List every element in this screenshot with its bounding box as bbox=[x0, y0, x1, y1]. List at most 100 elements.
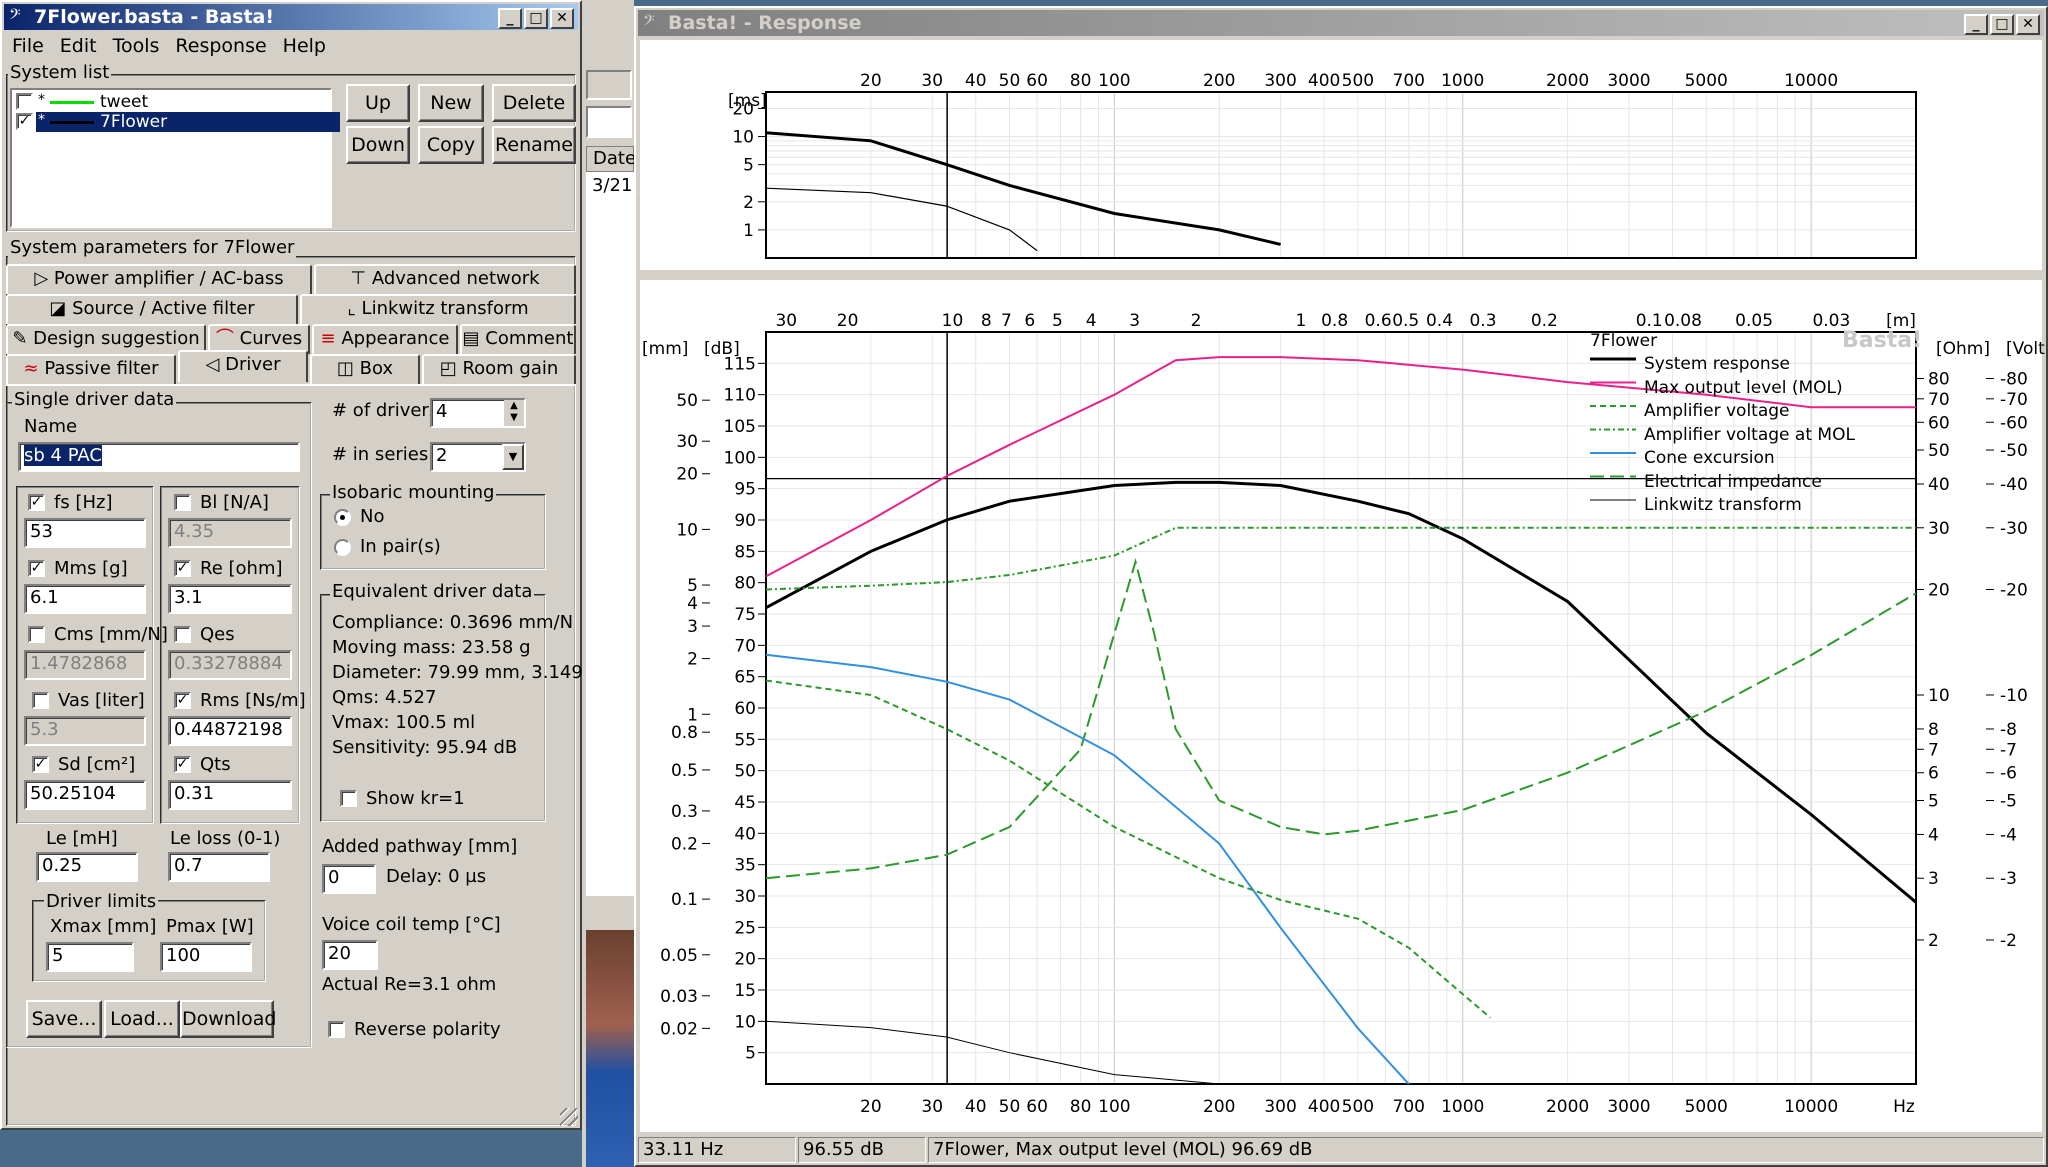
freq-tick-label: 5000 bbox=[1685, 71, 1728, 91]
qts-input[interactable]: 0.31 bbox=[168, 780, 292, 810]
close-button[interactable]: ✕ bbox=[550, 8, 574, 29]
date-header: Date bbox=[586, 146, 636, 172]
freq-tick-label: 30 bbox=[921, 1097, 943, 1117]
ms-tick-label: 5 bbox=[743, 156, 754, 176]
leloss-input[interactable]: 0.7 bbox=[168, 852, 270, 882]
bl-checkbox[interactable] bbox=[174, 494, 191, 511]
tab-power-amplifier[interactable]: ▷ Power amplifier / AC-bass bbox=[6, 264, 312, 294]
qes-checkbox[interactable] bbox=[174, 626, 191, 643]
list-item[interactable]: * tweet bbox=[14, 92, 330, 112]
ohm-tick-label: 80 bbox=[1928, 369, 1950, 389]
ohm-tick-label: 4 bbox=[1928, 825, 1939, 845]
sd-input[interactable]: 50.25104 bbox=[24, 780, 146, 810]
menu-edit[interactable]: Edit bbox=[52, 32, 105, 60]
volt-tick-label: -80 bbox=[2000, 369, 2028, 389]
ndrivers-input[interactable]: 4 ▲ ▼ bbox=[430, 398, 526, 428]
freq-tick-label: 10000 bbox=[1784, 71, 1838, 91]
save-button[interactable]: Save... bbox=[26, 1000, 102, 1038]
iso-no-radio[interactable] bbox=[334, 509, 351, 526]
db-tick-label: 10 bbox=[734, 1012, 756, 1032]
tab-box[interactable]: ◫ Box bbox=[310, 354, 420, 384]
ohm-tick-label: 20 bbox=[1928, 580, 1950, 600]
sd-checkbox[interactable]: ✓ bbox=[32, 756, 49, 773]
rms-input[interactable]: 0.44872198 bbox=[168, 716, 292, 746]
mm-tick-label: 10 bbox=[676, 520, 698, 540]
down-button[interactable]: Down bbox=[346, 126, 410, 164]
show-kr-checkbox[interactable] bbox=[340, 790, 357, 807]
m-tick-label: 8 bbox=[981, 311, 992, 331]
freq-tick-label: 400 bbox=[1308, 71, 1340, 91]
up-button[interactable]: Up bbox=[346, 84, 410, 122]
le-input[interactable]: 0.25 bbox=[36, 852, 138, 882]
ohm-tick-label: 2 bbox=[1928, 931, 1939, 951]
iso-pairs-label: In pair(s) bbox=[360, 536, 441, 557]
re-checkbox[interactable]: ✓ bbox=[174, 560, 191, 577]
db-tick-label: 40 bbox=[734, 824, 756, 844]
tab-linkwitz-transform[interactable]: ⌞ Linkwitz transform bbox=[300, 294, 576, 324]
cms-checkbox[interactable] bbox=[28, 626, 45, 643]
ohm-tick-label: 8 bbox=[1928, 720, 1939, 740]
response-plots: 2020303040405050606080801001002002003003… bbox=[642, 71, 2046, 1117]
m-tick-label: 0.1 bbox=[1636, 311, 1663, 331]
system-checkbox[interactable] bbox=[16, 93, 33, 110]
copy-button[interactable]: Copy bbox=[418, 126, 484, 164]
tab-design-suggestion[interactable]: ✎ Design suggestion bbox=[6, 324, 206, 354]
delay-plot-frame bbox=[765, 91, 1917, 259]
menu-file[interactable]: File bbox=[4, 32, 52, 60]
params-label: System parameters for 7Flower bbox=[8, 237, 297, 258]
fs-input[interactable]: 53 bbox=[24, 518, 146, 548]
driver-name-input[interactable]: sb 4 PAC bbox=[18, 442, 300, 472]
system-list[interactable]: * tweet ✓ * 7Flower bbox=[10, 88, 340, 228]
pmax-input[interactable]: 100 bbox=[160, 942, 252, 972]
tab-source-active-filter[interactable]: ◪ Source / Active filter bbox=[6, 294, 298, 324]
pathway-input[interactable]: 0 bbox=[322, 864, 376, 894]
re-input[interactable]: 3.1 bbox=[168, 584, 292, 614]
tab-passive-filter[interactable]: ≈ Passive filter bbox=[6, 354, 176, 384]
mm-tick-label: 2 bbox=[687, 650, 698, 670]
new-button[interactable]: New bbox=[418, 84, 484, 122]
menu-help[interactable]: Help bbox=[275, 32, 334, 60]
tab-driver[interactable]: ◁ Driver bbox=[178, 350, 308, 382]
vctemp-input[interactable]: 20 bbox=[322, 940, 378, 970]
reverse-polarity-checkbox[interactable] bbox=[328, 1021, 345, 1038]
chevron-down-icon[interactable]: ▼ bbox=[502, 444, 524, 470]
reverse-polarity-label: Reverse polarity bbox=[354, 1019, 501, 1040]
tab-appearance[interactable]: ≡ Appearance bbox=[312, 324, 458, 354]
cms-input[interactable]: 1.4782868 bbox=[24, 650, 146, 680]
db-tick-label: 75 bbox=[734, 605, 756, 625]
resize-grip-icon[interactable] bbox=[560, 1108, 578, 1126]
main-window: 𝄢 7Flower.basta - Basta! _ □ ✕ File Edit… bbox=[0, 0, 593, 1130]
bl-input[interactable]: 4.35 bbox=[168, 518, 292, 548]
mms-input[interactable]: 6.1 bbox=[24, 584, 146, 614]
maximize-button[interactable]: □ bbox=[524, 8, 548, 29]
qts-checkbox[interactable]: ✓ bbox=[174, 756, 191, 773]
tab-room-gain[interactable]: ◰ Room gain bbox=[422, 354, 576, 384]
m-tick-label: 0.2 bbox=[1531, 311, 1558, 331]
vas-checkbox[interactable] bbox=[32, 692, 49, 709]
list-item[interactable]: ✓ * 7Flower bbox=[14, 112, 340, 132]
fs-checkbox[interactable]: ✓ bbox=[28, 494, 45, 511]
mm-tick-label: 0.2 bbox=[671, 834, 698, 854]
qes-input[interactable]: 0.33278884 bbox=[168, 650, 292, 680]
rms-checkbox[interactable]: ✓ bbox=[174, 692, 191, 709]
vas-input[interactable]: 5.3 bbox=[24, 716, 146, 746]
tab-advanced-network[interactable]: ⊤ Advanced network bbox=[314, 264, 576, 294]
freq-tick-label: 80 bbox=[1070, 71, 1092, 91]
freq-tick-label: 60 bbox=[1026, 71, 1048, 91]
rename-button[interactable]: Rename bbox=[492, 126, 576, 164]
menu-tools[interactable]: Tools bbox=[105, 32, 168, 60]
spinner-icon[interactable]: ▲ ▼ bbox=[504, 400, 524, 426]
tab-comment[interactable]: ▤ Comment bbox=[460, 324, 576, 354]
minimize-button[interactable]: _ bbox=[498, 8, 522, 29]
le-label: Le [mH] bbox=[46, 828, 118, 849]
delete-button[interactable]: Delete bbox=[492, 84, 576, 122]
nseries-select[interactable]: 2 ▼ bbox=[430, 442, 526, 472]
menu-response[interactable]: Response bbox=[167, 32, 274, 60]
xmax-input[interactable]: 5 bbox=[46, 942, 134, 972]
mms-checkbox[interactable]: ✓ bbox=[28, 560, 45, 577]
m-tick-label: 0.8 bbox=[1321, 311, 1348, 331]
system-checkbox[interactable]: ✓ bbox=[16, 113, 33, 130]
download-button[interactable]: Download bbox=[180, 1000, 276, 1038]
iso-pairs-radio[interactable] bbox=[334, 539, 351, 556]
load-button[interactable]: Load... bbox=[104, 1000, 180, 1038]
